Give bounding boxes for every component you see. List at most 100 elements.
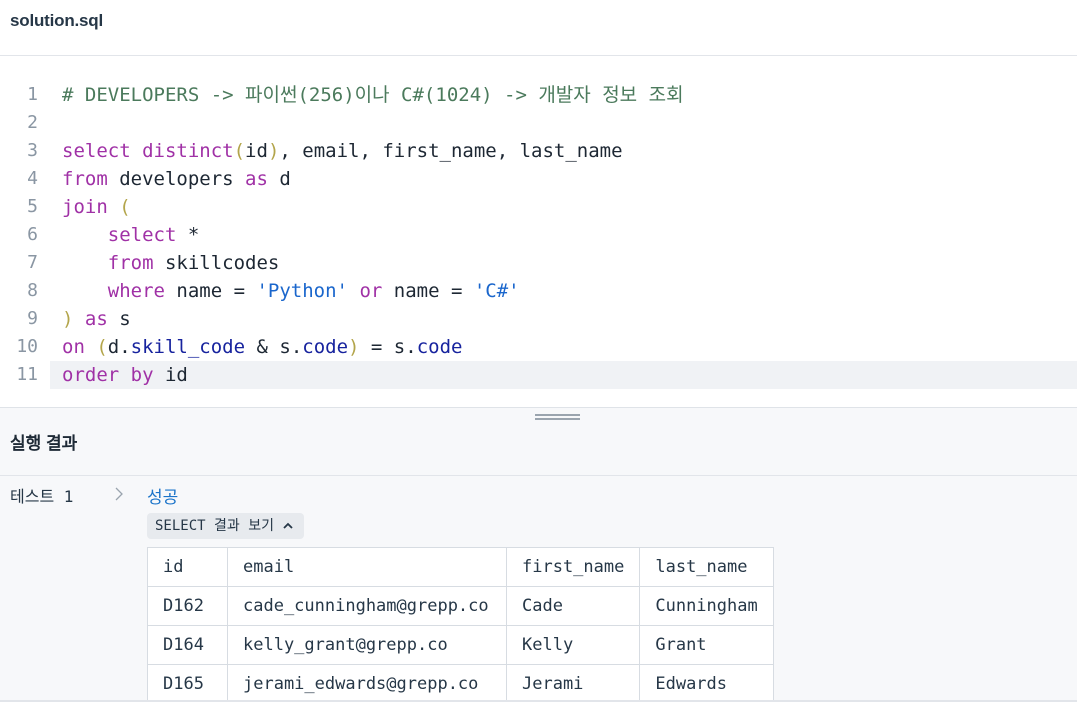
table-header-row: id email first_name last_name bbox=[147, 547, 775, 587]
code-token: where bbox=[107, 280, 177, 302]
code-token: ( bbox=[96, 336, 108, 358]
code-token: # DEVELOPERS -> 파이썬(256)이나 C#(1024) -> 개… bbox=[62, 84, 684, 106]
code-line[interactable]: 9) as s bbox=[0, 305, 1077, 333]
code-token: 'C#' bbox=[473, 280, 520, 302]
status-success: 성공 bbox=[147, 488, 179, 507]
code-text[interactable]: from skillcodes bbox=[50, 249, 1077, 277]
code-line[interactable]: 3 select distinct(id), email, first_name,… bbox=[0, 137, 1077, 165]
code-text[interactable] bbox=[50, 109, 1077, 137]
code-text[interactable]: on (d.skill_code & s.code) = s.code bbox=[50, 333, 1077, 361]
code-token: code bbox=[416, 336, 463, 358]
code-line[interactable]: 4 from developers as d bbox=[0, 165, 1077, 193]
code-text[interactable]: order by id bbox=[50, 361, 1077, 389]
table-row: D164 kelly_grant@grepp.co Kelly Grant bbox=[147, 625, 775, 665]
code-line[interactable]: 1 # DEVELOPERS -> 파이썬(256)이나 C#(1024) -> … bbox=[0, 81, 1077, 109]
code-token: order by bbox=[62, 364, 165, 386]
code-token: join bbox=[62, 196, 120, 218]
line-number: 3 bbox=[27, 140, 38, 161]
column-header: id bbox=[147, 547, 228, 587]
code-line[interactable]: 11 order by id bbox=[0, 361, 1077, 389]
code-text[interactable]: join ( bbox=[50, 193, 1077, 221]
line-number: 7 bbox=[27, 252, 38, 273]
line-number: 4 bbox=[27, 168, 38, 189]
column-header: email bbox=[227, 547, 507, 587]
code-line[interactable]: 10 on (d.skill_code & s.code) = s.code bbox=[0, 333, 1077, 361]
code-line[interactable]: 2 bbox=[0, 109, 1077, 137]
code-editor[interactable]: 1 # DEVELOPERS -> 파이썬(256)이나 C#(1024) -> … bbox=[0, 56, 1077, 408]
code-token: skill_code bbox=[130, 336, 246, 358]
table-cell: Grant bbox=[639, 625, 775, 665]
code-token: , email, first_name, last_name bbox=[279, 140, 623, 162]
resize-handle[interactable] bbox=[535, 412, 580, 424]
divider bbox=[0, 475, 1077, 476]
code-token: select bbox=[107, 224, 188, 246]
code-token: = s. bbox=[359, 336, 417, 358]
chevron-right-icon bbox=[115, 487, 123, 501]
code-token: select bbox=[62, 140, 143, 162]
select-result-toggle-label: SELECT 결과 보기 bbox=[155, 518, 274, 534]
table-row: D165 jerami_edwards@grepp.co Jerami Edwards bbox=[147, 664, 775, 702]
table-cell: D165 bbox=[147, 664, 228, 702]
code-token: as bbox=[73, 308, 120, 330]
code-line[interactable]: 5 join ( bbox=[0, 193, 1077, 221]
table-cell: jerami_edwards@grepp.co bbox=[227, 664, 507, 702]
code-token: name = bbox=[393, 280, 474, 302]
results-title: 실행 결과 bbox=[10, 434, 78, 453]
table-cell: Kelly bbox=[505, 625, 641, 665]
code-token: developers bbox=[119, 168, 246, 190]
table-cell: kelly_grant@grepp.co bbox=[227, 625, 507, 665]
code-token: s bbox=[119, 308, 131, 330]
line-number: 2 bbox=[27, 112, 38, 133]
code-token: d. bbox=[107, 336, 131, 358]
code-token: from bbox=[107, 252, 165, 274]
code-token: ( bbox=[233, 140, 246, 162]
code-text[interactable]: ) as s bbox=[50, 305, 1077, 333]
code-token: name = bbox=[176, 280, 257, 302]
table-cell: D164 bbox=[147, 625, 228, 665]
code-line[interactable]: 8 where name = 'Python' or name = 'C#' bbox=[0, 277, 1077, 305]
code-line[interactable]: 6 select * bbox=[0, 221, 1077, 249]
code-token: id bbox=[164, 364, 188, 386]
code-token: skillcodes bbox=[164, 252, 280, 274]
column-header: first_name bbox=[505, 547, 641, 587]
table-cell: Edwards bbox=[639, 664, 775, 702]
table-cell: D162 bbox=[147, 586, 228, 626]
code-line[interactable]: 7 from skillcodes bbox=[0, 249, 1077, 277]
line-number: 11 bbox=[16, 364, 38, 385]
table-cell: Cade bbox=[505, 586, 641, 626]
code-token: & s. bbox=[245, 336, 303, 358]
code-token: code bbox=[302, 336, 349, 358]
table-row: D162 cade_cunningham@grepp.co Cade Cunningh… bbox=[147, 586, 775, 626]
code-text[interactable]: from developers as d bbox=[50, 165, 1077, 193]
code-token: from bbox=[62, 168, 120, 190]
code-token: ) bbox=[62, 308, 74, 330]
chevron-up-icon bbox=[283, 522, 293, 529]
results-panel: 실행 결과 테스트 1 성공 SELECT 결과 보기 id email first… bbox=[0, 407, 1077, 702]
code-token: on bbox=[62, 336, 97, 358]
select-result-toggle[interactable]: SELECT 결과 보기 bbox=[147, 513, 304, 539]
code-text[interactable]: # DEVELOPERS -> 파이썬(256)이나 C#(1024) -> 개… bbox=[50, 81, 1077, 109]
code-token: ) bbox=[348, 336, 360, 358]
line-number: 1 bbox=[27, 84, 38, 105]
table-cell: Cunningham bbox=[639, 586, 775, 626]
code-token: 'Python' bbox=[256, 280, 348, 302]
column-header: last_name bbox=[639, 547, 775, 587]
code-token: as bbox=[245, 168, 280, 190]
line-number: 9 bbox=[27, 308, 38, 329]
code-token: or bbox=[348, 280, 394, 302]
code-token: ( bbox=[119, 196, 131, 218]
code-text[interactable]: select * bbox=[50, 221, 1077, 249]
line-number: 5 bbox=[27, 196, 38, 217]
table-cell: cade_cunningham@grepp.co bbox=[227, 586, 507, 626]
code-text[interactable]: select distinct(id), email, first_name, … bbox=[50, 137, 1077, 165]
code-text[interactable]: where name = 'Python' or name = 'C#' bbox=[50, 277, 1077, 305]
code-token: distinct bbox=[142, 140, 234, 162]
code-token: d bbox=[279, 168, 291, 190]
table-cell: Jerami bbox=[505, 664, 641, 702]
line-number: 8 bbox=[27, 280, 38, 301]
code-token: ) bbox=[267, 140, 280, 162]
file-name: solution.sql bbox=[10, 11, 103, 30]
